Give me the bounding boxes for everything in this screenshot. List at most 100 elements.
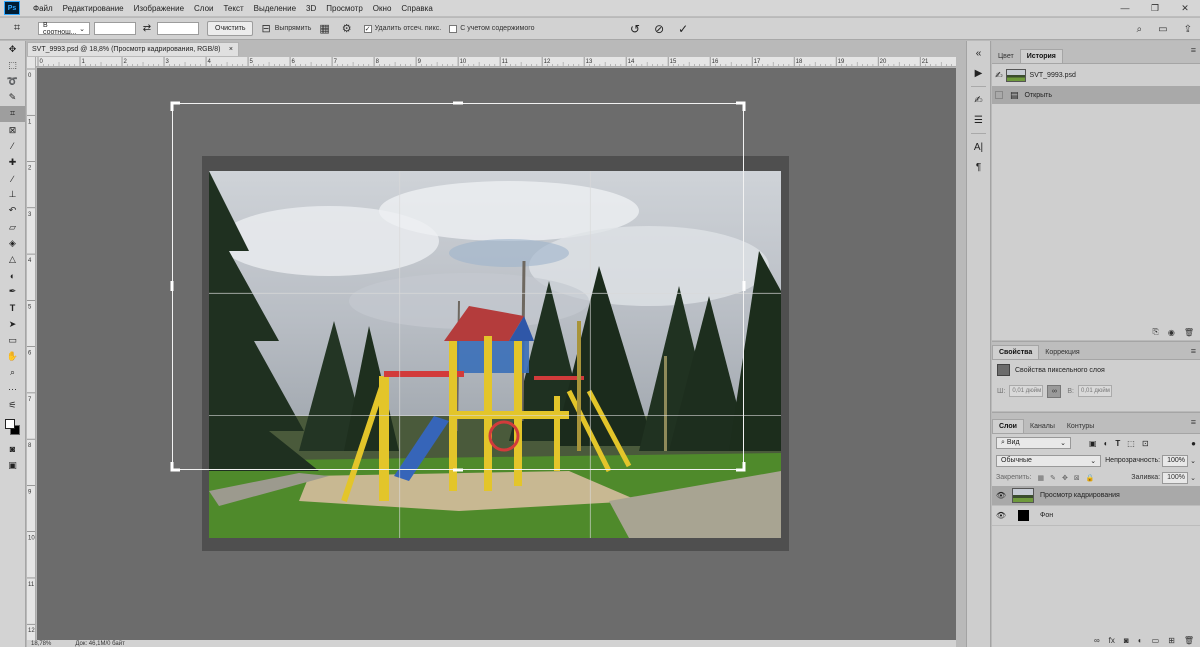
- collapse-arrows-icon[interactable]: «: [967, 43, 990, 63]
- link-icon[interactable]: ∞: [1047, 384, 1062, 398]
- filter-adjustment-icon[interactable]: ◐: [1104, 439, 1109, 448]
- share-icon[interactable]: ⇪: [1184, 24, 1192, 35]
- path-selection-tool-icon[interactable]: ➤: [0, 316, 25, 332]
- add-mask-icon[interactable]: ◙: [1124, 636, 1129, 645]
- camera-snapshot-icon[interactable]: ◉: [1168, 328, 1175, 337]
- height-value[interactable]: 0,01 дюйм: [1078, 385, 1112, 397]
- quick-selection-tool-icon[interactable]: ✎: [0, 90, 25, 106]
- tab-paths[interactable]: Контуры: [1061, 420, 1100, 433]
- frame-tool-icon[interactable]: ⊠: [0, 122, 25, 138]
- new-layer-icon[interactable]: ⊞: [1168, 636, 1175, 645]
- lock-position-icon[interactable]: ✥: [1062, 474, 1068, 482]
- menu-item[interactable]: 3D: [301, 4, 321, 13]
- move-tool-icon[interactable]: ✥: [0, 41, 25, 57]
- lock-pixels-icon[interactable]: ✎: [1050, 474, 1056, 482]
- menu-item[interactable]: Слои: [189, 4, 218, 13]
- dodge-tool-icon[interactable]: ◐: [0, 268, 25, 284]
- trash-icon[interactable]: 🗑: [1184, 636, 1194, 645]
- paragraph-panel-icon[interactable]: ¶: [967, 157, 990, 177]
- foreground-color-swatch[interactable]: [5, 419, 15, 430]
- blur-tool-icon[interactable]: △: [0, 251, 25, 267]
- layer-row-background[interactable]: 👁 Фон: [992, 506, 1200, 526]
- chevron-down-icon[interactable]: ⌄: [1190, 474, 1196, 482]
- minimize-button[interactable]: —: [1110, 0, 1140, 17]
- filter-smart-object-icon[interactable]: ⊡: [1142, 439, 1149, 448]
- history-snapshot[interactable]: ✍ SVT_9993.psd: [992, 64, 1200, 86]
- new-adjustment-icon[interactable]: ◐: [1138, 636, 1143, 645]
- delete-cropped-checkbox[interactable]: ✓ Удалить отсеч. пикс.: [363, 24, 441, 33]
- commit-check-icon[interactable]: ✓: [678, 22, 688, 36]
- height-input[interactable]: [157, 22, 199, 35]
- edit-toolbar-icon[interactable]: ⚟: [0, 397, 25, 413]
- blend-mode-select[interactable]: Обычные ⌄: [996, 454, 1102, 467]
- lock-all-icon[interactable]: 🔒: [1086, 474, 1095, 482]
- rectangle-tool-icon[interactable]: ▭: [0, 332, 25, 348]
- chevron-down-icon[interactable]: ⌄: [1190, 457, 1196, 465]
- play-actions-icon[interactable]: ▶: [967, 63, 990, 83]
- tab-adjustments[interactable]: Коррекция: [1039, 346, 1085, 359]
- panel-menu-icon[interactable]: ≡: [1191, 417, 1196, 427]
- menu-item[interactable]: Окно: [368, 4, 397, 13]
- history-brush-tool-icon[interactable]: ↶: [0, 203, 25, 219]
- lock-transparency-icon[interactable]: ▦: [1037, 474, 1044, 482]
- canvas-area[interactable]: [37, 68, 956, 640]
- close-window-button[interactable]: ✕: [1170, 0, 1200, 17]
- marquee-tool-icon[interactable]: ⬚: [0, 57, 25, 73]
- layer-row-crop-preview[interactable]: 👁 Просмотр кадрирования: [992, 486, 1200, 506]
- menu-item[interactable]: Просмотр: [321, 4, 368, 13]
- type-tool-icon[interactable]: T: [0, 300, 25, 316]
- character-panel-icon[interactable]: A|: [967, 137, 990, 157]
- pen-tool-icon[interactable]: ✒: [0, 284, 25, 300]
- filter-pixel-icon[interactable]: ▣: [1089, 439, 1097, 448]
- filter-toggle-icon[interactable]: ●: [1191, 439, 1196, 448]
- maximize-button[interactable]: ❐: [1140, 0, 1170, 17]
- new-document-from-state-icon[interactable]: ⎘: [1152, 327, 1158, 337]
- panel-menu-icon[interactable]: ≡: [1191, 346, 1196, 356]
- panel-menu-icon[interactable]: ≡: [1191, 45, 1196, 55]
- link-layers-icon[interactable]: ∞: [1094, 636, 1100, 645]
- color-swatches[interactable]: [0, 413, 25, 441]
- tab-history[interactable]: История: [1019, 49, 1063, 63]
- swap-icon[interactable]: ⇄: [141, 23, 153, 34]
- reset-icon[interactable]: ↺: [630, 22, 640, 36]
- hand-tool-icon[interactable]: ✋: [0, 349, 25, 365]
- opacity-input[interactable]: 100%: [1162, 454, 1189, 467]
- fill-input[interactable]: 100%: [1162, 471, 1189, 484]
- menu-item[interactable]: Справка: [396, 4, 437, 13]
- lock-artboard-icon[interactable]: ⊠: [1074, 474, 1080, 482]
- history-brush-source-icon[interactable]: ✍: [995, 70, 1003, 81]
- menu-item[interactable]: Редактирование: [58, 4, 129, 13]
- menu-item[interactable]: Выделение: [249, 4, 301, 13]
- more-tools-icon[interactable]: ···: [0, 381, 25, 397]
- filter-shape-icon[interactable]: ⬚: [1127, 439, 1135, 448]
- eye-icon[interactable]: 👁: [992, 511, 1010, 520]
- layer-style-icon[interactable]: fx: [1109, 636, 1115, 645]
- workspace-icon[interactable]: ▭: [1158, 24, 1167, 35]
- menu-item[interactable]: Текст: [218, 4, 248, 13]
- menu-item[interactable]: Файл: [28, 4, 58, 13]
- clone-stamp-tool-icon[interactable]: ⊥: [0, 187, 25, 203]
- crop-settings-button[interactable]: ⚙: [342, 22, 356, 35]
- tab-color[interactable]: Цвет: [992, 50, 1020, 63]
- overlay-grid-button[interactable]: ▦: [319, 22, 333, 35]
- eraser-tool-icon[interactable]: ▱: [0, 219, 25, 235]
- width-input[interactable]: [94, 22, 136, 35]
- screen-mode-icon[interactable]: ▣: [0, 458, 25, 474]
- tab-properties[interactable]: Свойства: [992, 345, 1040, 359]
- straighten-button[interactable]: ⊟ Выпрямить: [261, 22, 311, 35]
- search-icon[interactable]: ⌕: [1137, 24, 1143, 35]
- clear-button[interactable]: Очистить: [207, 21, 254, 36]
- history-item[interactable]: ▤ Открыть: [992, 86, 1200, 104]
- crop-tool-preset-icon[interactable]: ⌗: [0, 20, 34, 38]
- eyedropper-tool-icon[interactable]: ⁄: [0, 138, 25, 154]
- document-tab[interactable]: SVT_9993.psd @ 18,8% (Просмотр кадрирова…: [27, 42, 239, 56]
- eye-icon[interactable]: 👁: [992, 491, 1010, 500]
- menu-item[interactable]: Изображение: [129, 4, 189, 13]
- trash-icon[interactable]: 🗑: [1184, 328, 1194, 337]
- healing-brush-tool-icon[interactable]: ✚: [0, 154, 25, 170]
- lasso-tool-icon[interactable]: ➰: [0, 73, 25, 89]
- brush-tool-icon[interactable]: ∕: [0, 171, 25, 187]
- close-document-icon[interactable]: ×: [229, 46, 233, 53]
- content-aware-checkbox[interactable]: С учетом содержимого: [449, 24, 535, 33]
- new-group-icon[interactable]: ▭: [1152, 636, 1160, 645]
